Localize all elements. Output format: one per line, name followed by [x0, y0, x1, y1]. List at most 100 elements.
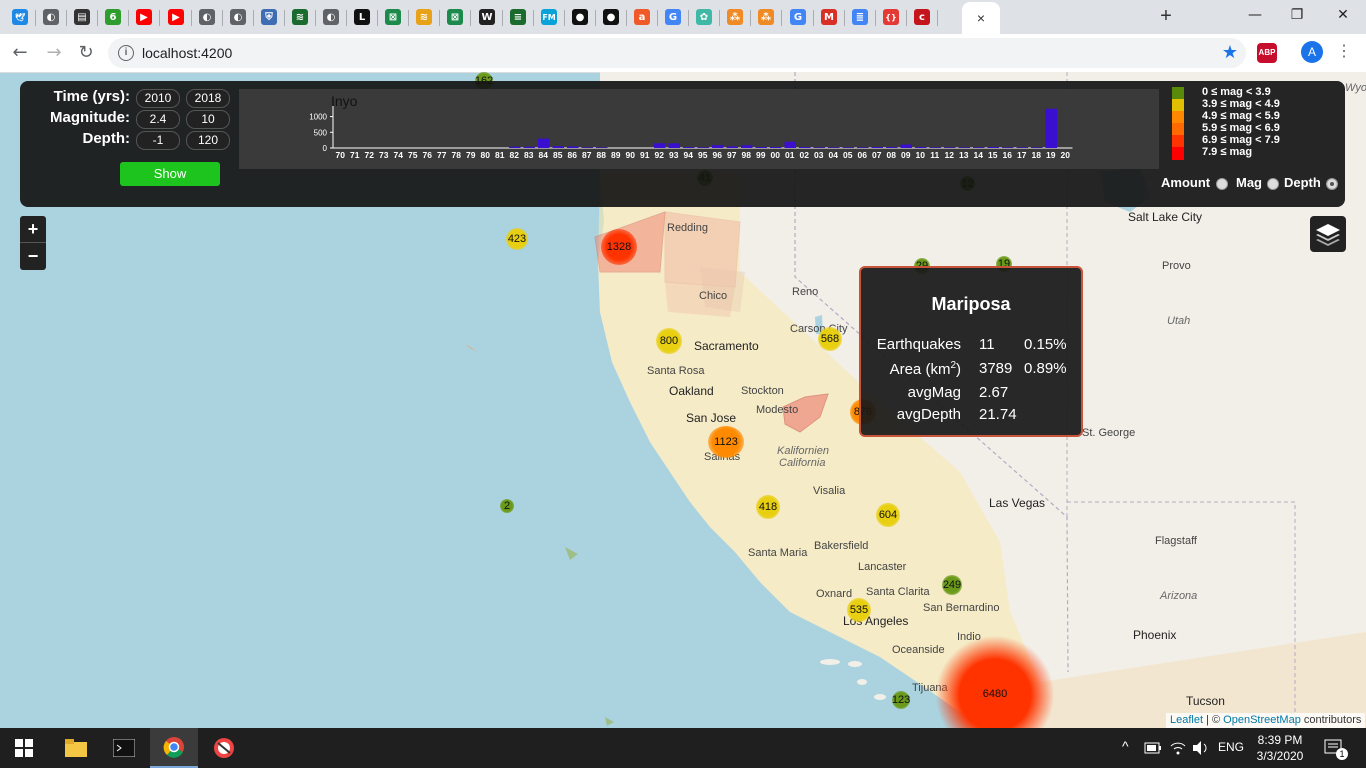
histogram-bar[interactable] — [842, 147, 855, 148]
pinned-tab[interactable]: ● — [598, 5, 627, 29]
adblock-extension-icon[interactable]: ABP — [1257, 43, 1277, 63]
histogram-bar[interactable] — [1045, 108, 1058, 148]
earthquake-cluster[interactable]: 800 — [656, 328, 682, 354]
earthquake-cluster[interactable]: 418 — [756, 495, 780, 519]
pinned-tab[interactable]: ≣ — [847, 5, 876, 29]
histogram-bar[interactable] — [712, 145, 724, 148]
histogram-bar[interactable] — [697, 147, 710, 148]
back-button[interactable]: ← — [8, 41, 32, 65]
pinned-tab[interactable]: ⊠ — [442, 5, 471, 29]
histogram-bar[interactable] — [1002, 147, 1014, 148]
terminal-button[interactable] — [100, 728, 148, 768]
pinned-tab[interactable]: L — [349, 5, 378, 29]
histogram-bar[interactable] — [523, 146, 536, 148]
pinned-tab[interactable]: W — [474, 5, 503, 29]
pinned-tab[interactable]: ✿ — [691, 5, 720, 29]
histogram-bar[interactable] — [654, 143, 666, 148]
pinned-tab[interactable]: ⁂ — [722, 5, 751, 29]
histogram-bar[interactable] — [871, 147, 884, 148]
pinned-tab[interactable]: ◐ — [38, 5, 67, 29]
layers-button[interactable] — [1310, 216, 1346, 252]
system-clock[interactable]: 8:39 PM 3/3/2020 — [1250, 732, 1310, 764]
time-from-input[interactable]: 2010 — [136, 89, 180, 108]
file-explorer-button[interactable] — [52, 728, 100, 768]
pinned-tab[interactable]: ● — [567, 5, 596, 29]
histogram-bar[interactable] — [1031, 147, 1043, 148]
chrome-taskbar-button[interactable] — [150, 728, 198, 768]
pinned-tab[interactable]: ▶ — [163, 5, 192, 29]
histogram-bar[interactable] — [799, 147, 811, 148]
magnitude-from-input[interactable]: 2.4 — [136, 110, 180, 129]
histogram-bar[interactable] — [944, 147, 956, 148]
histogram-bar[interactable] — [683, 147, 695, 148]
pinned-tab[interactable]: ⛨ — [256, 5, 285, 29]
pinned-tab[interactable]: G — [660, 5, 689, 29]
tray-chevron-icon[interactable]: ^ — [1122, 738, 1129, 754]
earthquake-cluster[interactable]: 123 — [892, 691, 910, 709]
snipping-tool-button[interactable] — [200, 728, 248, 768]
histogram-bar[interactable] — [755, 147, 768, 148]
histogram-bar[interactable] — [596, 147, 608, 148]
bookmark-star-icon[interactable]: ★ — [1222, 42, 1238, 63]
pinned-tab[interactable]: ◐ — [225, 5, 254, 29]
pinned-tab[interactable]: ≋ — [411, 5, 440, 29]
depth-to-input[interactable]: 120 — [186, 131, 230, 150]
pinned-tab[interactable]: 6 — [100, 5, 129, 29]
earthquake-cluster[interactable]: 604 — [876, 503, 900, 527]
osm-link[interactable]: OpenStreetMap — [1223, 714, 1301, 726]
address-bar[interactable]: i localhost:4200 ★ — [108, 38, 1246, 68]
pinned-tab[interactable]: G — [785, 5, 814, 29]
mag-radio[interactable] — [1267, 178, 1279, 190]
histogram-bar[interactable] — [987, 147, 1000, 148]
earthquake-cluster[interactable]: 1328 — [601, 229, 637, 265]
histogram-bar[interactable] — [857, 147, 869, 148]
battery-icon[interactable] — [1144, 741, 1162, 755]
histogram-bar[interactable] — [509, 146, 521, 148]
histogram-bar[interactable] — [958, 147, 971, 148]
histogram-bar[interactable] — [770, 147, 782, 148]
histogram-bar[interactable] — [784, 141, 797, 148]
pinned-tab[interactable]: ⊠ — [380, 5, 409, 29]
start-button[interactable] — [0, 728, 48, 768]
histogram-bar[interactable] — [929, 147, 942, 148]
pinned-tab[interactable]: a — [629, 5, 658, 29]
earthquake-cluster[interactable]: 568 — [818, 327, 842, 351]
pinned-tab[interactable]: ▤ — [69, 5, 98, 29]
histogram-bar[interactable] — [567, 146, 579, 148]
profile-avatar[interactable]: A — [1301, 41, 1323, 63]
pinned-tab[interactable]: FM — [536, 5, 565, 29]
new-tab-button[interactable]: + — [1156, 5, 1176, 27]
histogram-bar[interactable] — [741, 145, 753, 148]
histogram-bar[interactable] — [552, 146, 565, 148]
earthquake-cluster[interactable]: 249 — [942, 575, 962, 595]
url-text[interactable]: localhost:4200 — [142, 45, 232, 61]
close-window-button[interactable]: ✕ — [1328, 4, 1358, 26]
magnitude-to-input[interactable]: 10 — [186, 110, 230, 129]
histogram-bar[interactable] — [668, 143, 681, 148]
pinned-tab[interactable]: {} — [878, 5, 907, 29]
depth-from-input[interactable]: -1 — [136, 131, 180, 150]
histogram-bar[interactable] — [726, 146, 739, 148]
histogram-bar[interactable] — [973, 147, 985, 148]
pinned-tab[interactable]: ◐ — [194, 5, 223, 29]
pinned-tab[interactable]: M — [816, 5, 845, 29]
maximize-button[interactable]: ❐ — [1282, 4, 1312, 26]
active-tab[interactable]: × — [962, 2, 1000, 34]
browser-menu-icon[interactable]: ⋮ — [1334, 41, 1354, 63]
histogram-bar[interactable] — [581, 147, 594, 148]
pinned-tab[interactable]: ≡ — [505, 5, 534, 29]
zoom-in-button[interactable]: + — [20, 216, 46, 243]
zoom-out-button[interactable]: − — [20, 243, 46, 269]
time-to-input[interactable]: 2018 — [186, 89, 230, 108]
pinned-tab[interactable]: ≋ — [287, 5, 316, 29]
wifi-icon[interactable] — [1170, 740, 1186, 756]
earthquake-histogram[interactable]: Inyo 1000 500 0 70 71 72 73 74 75 76 77 78 79 80 81 82 8… — [239, 89, 1159, 169]
pinned-tab[interactable]: c — [909, 5, 938, 29]
pinned-tab[interactable]: ◐ — [318, 5, 347, 29]
language-indicator[interactable]: ENG — [1218, 740, 1244, 754]
show-button[interactable]: Show — [120, 162, 220, 186]
histogram-bar[interactable] — [1016, 147, 1029, 148]
leaflet-link[interactable]: Leaflet — [1170, 714, 1203, 726]
histogram-bar[interactable] — [538, 138, 550, 148]
histogram-bar[interactable] — [900, 144, 913, 148]
